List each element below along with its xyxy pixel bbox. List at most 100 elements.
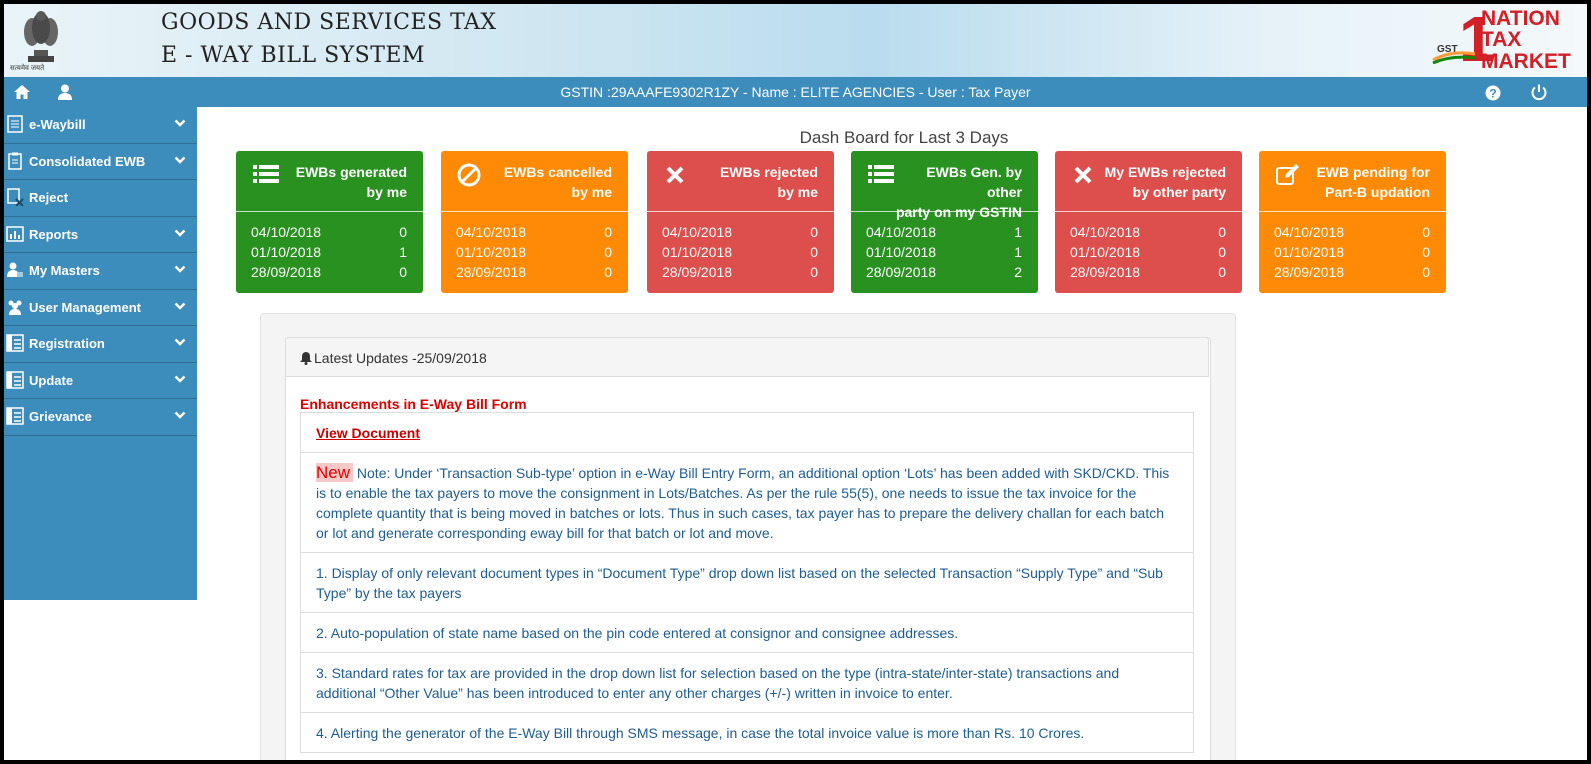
- chevron-down-icon[interactable]: [174, 264, 186, 274]
- sidebar-item-label: User Management: [29, 299, 141, 315]
- card-divider: [441, 211, 628, 212]
- dashboard-card[interactable]: My EWBs rejected by other party 04/10/2018…: [1055, 151, 1242, 293]
- card-row-count: 2: [1014, 264, 1022, 280]
- registration-icon: [6, 334, 24, 352]
- dashboard-card[interactable]: EWBs cancelled by me 04/10/2018 0 01/10/2018…: [441, 151, 628, 293]
- list-item: 1. Display of only relevant document typ…: [300, 553, 1194, 613]
- ewaybill-icon: [7, 115, 23, 133]
- card-title: EWBs Gen. by other party on my GSTIN: [892, 162, 1022, 222]
- card-row-count: 0: [1218, 224, 1226, 240]
- ban-icon: [457, 163, 481, 187]
- note-text: Note: Under ‘Transaction Sub-type’ optio…: [316, 465, 1170, 541]
- dashboard-title: Dash Board for Last 3 Days: [799, 128, 1009, 147]
- enhancements-title: Enhancements in E-Way Bill Form: [300, 396, 527, 412]
- card-title-line1: EWBs generated: [295, 164, 407, 180]
- sidebar-item-consolidated-ewb[interactable]: Consolidated EWB: [4, 144, 197, 180]
- card-row-date: 04/10/2018: [866, 224, 937, 240]
- sidebar-item-registration[interactable]: Registration: [4, 326, 197, 363]
- card-title-line2: by other party: [1132, 184, 1226, 200]
- sidebar-item-label: Consolidated EWB: [29, 153, 146, 169]
- card-row-count: 0: [604, 224, 612, 240]
- card-row: 28/09/2018 0: [456, 262, 612, 282]
- card-row-date: 28/09/2018: [866, 264, 937, 280]
- card-divider: [236, 211, 423, 212]
- times-icon: [1074, 166, 1092, 184]
- chevron-down-icon[interactable]: [174, 410, 186, 420]
- card-title: EWBs generated by me: [277, 162, 407, 202]
- card-title-line2: party on my GSTIN: [895, 204, 1022, 220]
- card-title-line1: EWBs Gen. by other: [926, 164, 1022, 200]
- card-row-count: 0: [1218, 244, 1226, 260]
- sidebar-item-my-masters[interactable]: My Masters: [4, 253, 197, 290]
- chevron-down-icon[interactable]: [174, 301, 186, 311]
- card-row-count: 0: [604, 264, 612, 280]
- masters-icon: [7, 262, 23, 277]
- updates-heading-text: Latest Updates -25/09/2018: [314, 350, 487, 366]
- card-divider: [1055, 211, 1242, 212]
- chevron-down-icon[interactable]: [174, 228, 186, 238]
- card-row-count: 0: [399, 264, 407, 280]
- card-row: 04/10/2018 0: [1274, 222, 1430, 242]
- dashboard-card[interactable]: EWBs Gen. by other party on my GSTIN 04/10…: [851, 151, 1038, 293]
- dashboard-card[interactable]: EWB pending for Part-B updation 04/10/2018…: [1259, 151, 1446, 293]
- card-row: 01/10/2018 1: [866, 242, 1022, 262]
- reports-icon: [6, 225, 24, 242]
- app-title-line1: GOODS AND SERVICES TAX: [161, 10, 497, 35]
- sidebar-item-label: Reject: [29, 190, 69, 205]
- sidebar-item-label: Update: [29, 372, 74, 388]
- list-item: 2. Auto-population of state name based o…: [300, 613, 1194, 653]
- sidebar-item-update[interactable]: Update: [4, 363, 197, 399]
- sidebar-item-label: Reports: [29, 226, 79, 242]
- card-title: EWBs rejected by me: [688, 162, 818, 202]
- update-icon: [6, 370, 24, 389]
- dashboard-card[interactable]: EWBs rejected by me 04/10/2018 0 01/10/2018 0…: [647, 151, 834, 293]
- card-row: 04/10/2018 0: [456, 222, 612, 242]
- card-rows: 04/10/2018 1 01/10/2018 1 28/09/2018 2: [866, 222, 1022, 282]
- view-document-link[interactable]: View Document: [316, 425, 420, 441]
- updates-panel-heading: Latest Updates -25/09/2018: [285, 337, 1209, 377]
- card-title-line2: by me: [571, 184, 612, 200]
- card-title-line1: EWBs cancelled: [503, 164, 612, 180]
- sidebar-item-label: Registration: [29, 336, 105, 351]
- card-title: My EWBs rejected by other party: [1096, 162, 1226, 202]
- card-divider: [647, 211, 834, 212]
- card-row-count: 0: [1422, 244, 1430, 260]
- card-row: 28/09/2018 0: [251, 262, 407, 282]
- card-row-count: 0: [1422, 264, 1430, 280]
- sidebar-item-label: My Masters: [29, 263, 100, 278]
- card-row: 04/10/2018 0: [251, 222, 407, 242]
- chevron-down-icon[interactable]: [174, 118, 186, 128]
- dashboard-card[interactable]: EWBs generated by me 04/10/2018 0 01/10/2018…: [236, 151, 423, 293]
- card-row-count: 1: [399, 244, 407, 260]
- top-navbar: GSTIN :29AAAFE9302R1ZY - Name : ELITE AG…: [4, 77, 1587, 107]
- chevron-down-icon[interactable]: [174, 374, 186, 384]
- logo-word-market: MARKET: [1481, 50, 1571, 73]
- reject-icon: [7, 188, 24, 206]
- logo-word-nation: NATION: [1481, 7, 1560, 30]
- emblem-caption: सत्यमेव जयते: [10, 65, 45, 72]
- consolidated-icon: [8, 152, 22, 170]
- chevron-down-icon[interactable]: [174, 155, 186, 165]
- sidebar-item-reports[interactable]: Reports: [4, 217, 197, 253]
- card-row: 28/09/2018 2: [866, 262, 1022, 282]
- sidebar-item-user-management[interactable]: User Management: [4, 290, 197, 326]
- card-row-date: 28/09/2018: [662, 264, 733, 280]
- card-row-date: 01/10/2018: [251, 244, 322, 260]
- sidebar-item-reject[interactable]: Reject: [4, 180, 197, 217]
- sidebar-item-e-waybill[interactable]: e-Waybill: [4, 107, 197, 144]
- new-badge: New: [316, 463, 354, 482]
- help-icon[interactable]: ?: [1485, 85, 1501, 101]
- card-title-line2: by me: [366, 184, 407, 200]
- list-item: View Document: [300, 412, 1194, 453]
- card-row: 28/09/2018 0: [1274, 262, 1430, 282]
- card-row-date: 04/10/2018: [251, 224, 322, 240]
- sidebar-item-grievance[interactable]: Grievance: [4, 399, 197, 436]
- card-row-date: 28/09/2018: [456, 264, 527, 280]
- power-icon[interactable]: [1530, 83, 1548, 101]
- card-title-line2: by me: [777, 184, 818, 200]
- sidebar-item-label: Grievance: [29, 409, 92, 424]
- card-row-date: 04/10/2018: [456, 224, 527, 240]
- card-rows: 04/10/2018 0 01/10/2018 0 28/09/2018 0: [662, 222, 818, 282]
- chevron-down-icon[interactable]: [174, 337, 186, 347]
- card-row-count: 0: [399, 224, 407, 240]
